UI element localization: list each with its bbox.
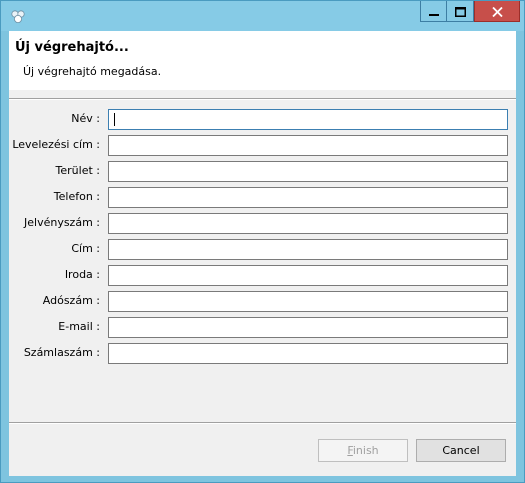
page-title: Új végrehajtó... (15, 40, 129, 55)
adoszam-label: Adószám : (42, 294, 100, 307)
dialog-client-area: Új végrehajtó... Új végrehajtó megadása.… (9, 31, 516, 476)
form-row-adoszam: Adószám : (9, 291, 516, 313)
cancel-button[interactable]: Cancel (416, 439, 506, 462)
terulet-input[interactable] (108, 161, 508, 182)
close-icon (491, 2, 503, 21)
form-row-levelezesi-cim: Levelezési cím : (9, 135, 516, 157)
jelvenyszam-label: Jelvényszám : (24, 216, 100, 229)
banner-divider (9, 98, 516, 100)
wizard-banner: Új végrehajtó... Új végrehajtó megadása. (9, 31, 516, 90)
minimize-icon (428, 2, 439, 21)
finish-label-rest: inish (352, 444, 379, 457)
levelezesi-cim-input[interactable] (108, 135, 508, 156)
adoszam-input[interactable] (108, 291, 508, 312)
nev-label: Név : (71, 112, 100, 125)
button-bar-divider (9, 422, 516, 424)
terulet-label: Terület : (55, 164, 100, 177)
jelvenyszam-input[interactable] (108, 213, 508, 234)
maximize-button[interactable] (447, 1, 474, 22)
form-row-nev: Név : (9, 109, 516, 131)
szamlaszam-input[interactable] (108, 343, 508, 364)
nev-input[interactable] (108, 109, 508, 130)
dialog-window: Új végrehajtó... Új végrehajtó megadása.… (0, 0, 525, 483)
form-row-telefon: Telefon : (9, 187, 516, 209)
finish-button[interactable]: Finish (318, 439, 408, 462)
form-row-jelvenyszam: Jelvényszám : (9, 213, 516, 235)
form-row-cim: Cím : (9, 239, 516, 261)
page-description: Új végrehajtó megadása. (23, 65, 162, 78)
email-input[interactable] (108, 317, 508, 338)
telefon-label: Telefon : (53, 190, 100, 203)
form-row-terulet: Terület : (9, 161, 516, 183)
levelezesi-cim-label: Levelezési cím : (12, 138, 100, 151)
form-row-szamlaszam: Számlaszám : (9, 343, 516, 365)
telefon-input[interactable] (108, 187, 508, 208)
email-label: E-mail : (58, 320, 100, 333)
minimize-button[interactable] (420, 1, 447, 22)
cim-label: Cím : (71, 242, 100, 255)
form-row-email: E-mail : (9, 317, 516, 339)
app-icon (9, 7, 27, 25)
maximize-icon (454, 2, 466, 21)
iroda-label: Iroda : (64, 268, 100, 281)
close-button[interactable] (474, 1, 520, 22)
szamlaszam-label: Számlaszám : (23, 346, 100, 359)
title-bar[interactable] (1, 1, 524, 31)
iroda-input[interactable] (108, 265, 508, 286)
cim-input[interactable] (108, 239, 508, 260)
form-row-iroda: Iroda : (9, 265, 516, 287)
text-caret (114, 113, 115, 126)
